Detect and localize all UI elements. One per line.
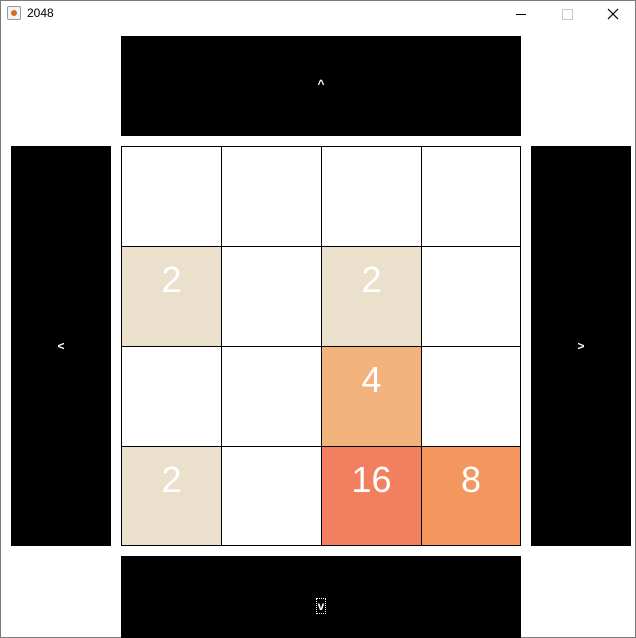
close-icon (607, 8, 619, 20)
board-tile (121, 146, 221, 246)
move-up-button[interactable]: ^ (121, 36, 521, 136)
board-tile: 4 (321, 346, 421, 446)
maximize-button[interactable] (544, 1, 590, 27)
board-tile (421, 146, 521, 246)
move-up-label: ^ (317, 77, 325, 91)
close-button[interactable] (590, 1, 636, 27)
board-tile: 2 (121, 246, 221, 346)
board-tile (121, 346, 221, 446)
board-tile (221, 346, 321, 446)
move-right-label: > (577, 339, 585, 353)
move-left-button[interactable]: < (11, 146, 111, 546)
board-tile: 16 (321, 446, 421, 546)
minimize-button[interactable] (498, 1, 544, 27)
board-tile: 2 (321, 246, 421, 346)
title-bar[interactable]: 2048 (1, 1, 635, 27)
move-down-button[interactable]: v (121, 556, 521, 638)
board-tile (221, 246, 321, 346)
window-title: 2048 (27, 6, 54, 20)
move-down-label: v (315, 598, 327, 614)
game-board: 2 2 4 2 16 8 (121, 146, 521, 546)
board-tile: 8 (421, 446, 521, 546)
board-tile (421, 246, 521, 346)
move-left-label: < (57, 339, 65, 353)
board-tile: 2 (121, 446, 221, 546)
move-right-button[interactable]: > (531, 146, 631, 546)
java-cup-icon (7, 6, 21, 20)
board-tile (321, 146, 421, 246)
board-tile (421, 346, 521, 446)
board-tile (221, 446, 321, 546)
board-tile (221, 146, 321, 246)
